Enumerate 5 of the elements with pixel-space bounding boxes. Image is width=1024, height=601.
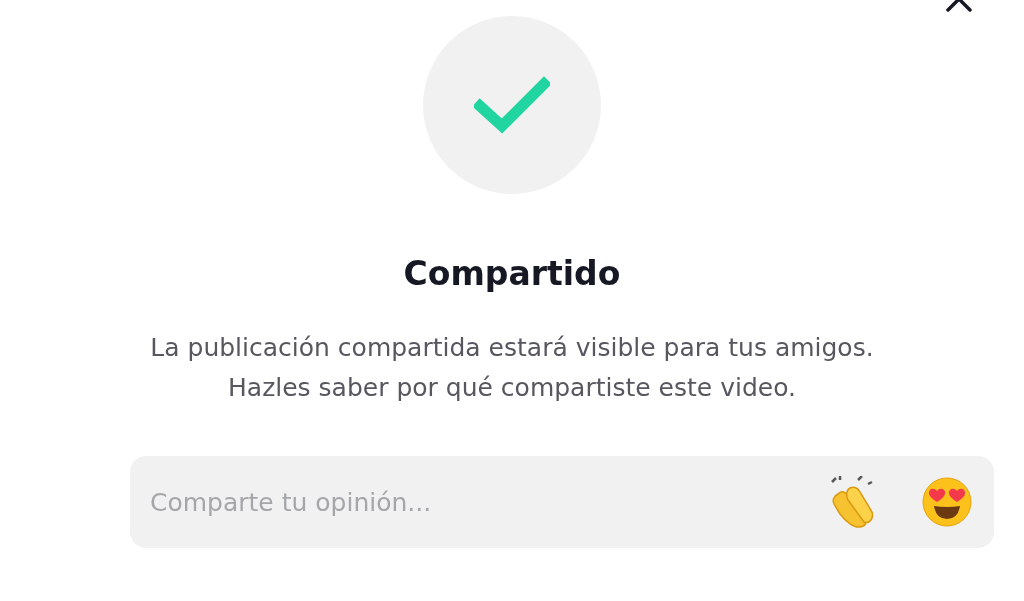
checkmark-icon xyxy=(474,76,550,134)
dialog-title: Compartido xyxy=(403,254,621,294)
heart-eyes-face-icon[interactable] xyxy=(922,477,972,527)
dialog-message: La publicación compartida estará visible para tus amigos. Hazles saber por qué compartiste este video. xyxy=(150,332,874,404)
comment-field[interactable]: Comparte tu opinión... xyxy=(130,456,994,548)
